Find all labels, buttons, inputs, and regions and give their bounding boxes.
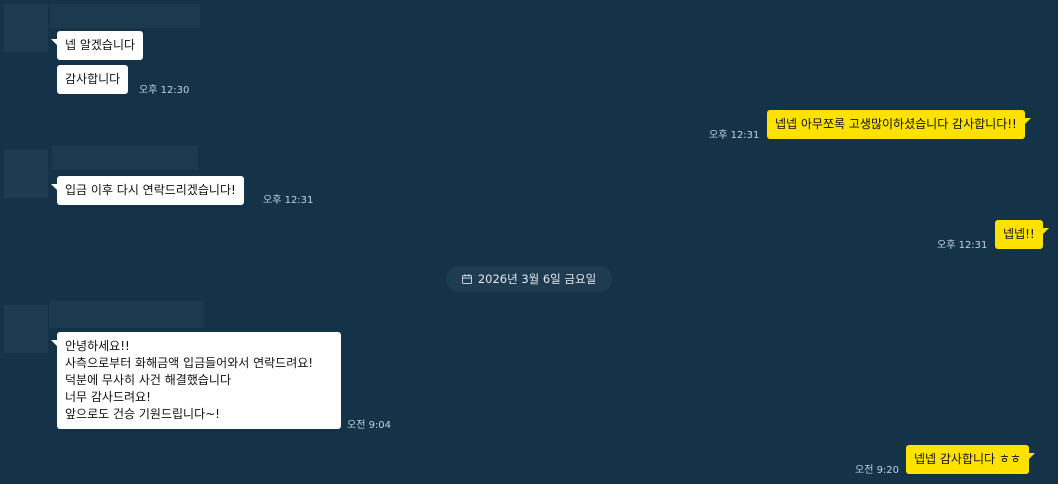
message-line: 앞으로도 건승 기원드립니다~!	[65, 407, 220, 421]
message-bubble-outgoing[interactable]: 넵넵 감사합니다 ㅎㅎ	[906, 445, 1035, 474]
message-text: 넵넵!!	[1003, 227, 1035, 241]
message-text: 입금 이후 다시 연락드리겠습니다!	[65, 183, 236, 197]
sender-name-redacted	[49, 301, 204, 328]
sender-name-redacted	[52, 146, 198, 170]
message-time: 오전 9:04	[347, 420, 392, 431]
message-bubble-incoming[interactable]: 입금 이후 다시 연락드리겠습니다!	[51, 176, 244, 205]
message-text: 넵넵 감사합니다 ㅎㅎ	[914, 452, 1021, 466]
calendar-icon	[461, 274, 472, 284]
message-bubble-outgoing[interactable]: 넵넵 아무쪼록 고생많이하셨습니다 감사합니다!!	[767, 110, 1031, 139]
message-bubble-incoming[interactable]: 감사합니다	[57, 65, 129, 94]
message-text: 감사합니다	[65, 72, 121, 86]
avatar[interactable]	[4, 4, 48, 52]
message-line: 사측으로부터 화해금액 입금들어와서 연락드려요!	[65, 356, 314, 370]
message-bubble-incoming[interactable]: 안녕하세요!! 사측으로부터 화해금액 입금들어와서 연락드려요! 덕분에 무사…	[51, 332, 341, 429]
sender-name-redacted	[50, 4, 200, 28]
message-bubble-incoming[interactable]: 넵 알겠습니다	[50, 31, 144, 60]
avatar[interactable]	[4, 305, 48, 353]
message-bubble-outgoing[interactable]: 넵넵!!	[995, 220, 1049, 249]
avatar[interactable]	[4, 150, 48, 198]
date-label: 2026년 3월 6일 금요일	[477, 272, 597, 286]
chat-window: 넵 알겠습니다 감사합니다 오후 12:30 오후 12:31 넵넵 아무쪼록 …	[0, 0, 1058, 484]
message-line: 덕분에 무사히 사건 해결했습니다	[65, 373, 232, 387]
message-time: 오후 12:30	[139, 85, 190, 96]
message-time: 오후 12:31	[263, 195, 314, 206]
message-time: 오전 9:20	[855, 465, 900, 476]
message-text: 넵넵 아무쪼록 고생많이하셨습니다 감사합니다!!	[775, 117, 1017, 131]
date-divider: 2026년 3월 6일 금요일	[446, 266, 612, 292]
message-line: 너무 감사드려요!	[65, 390, 151, 404]
message-text: 넵 알겠습니다	[65, 38, 136, 52]
message-time: 오후 12:31	[937, 240, 988, 251]
message-time: 오후 12:31	[709, 130, 760, 141]
message-line: 안녕하세요!!	[65, 339, 130, 353]
